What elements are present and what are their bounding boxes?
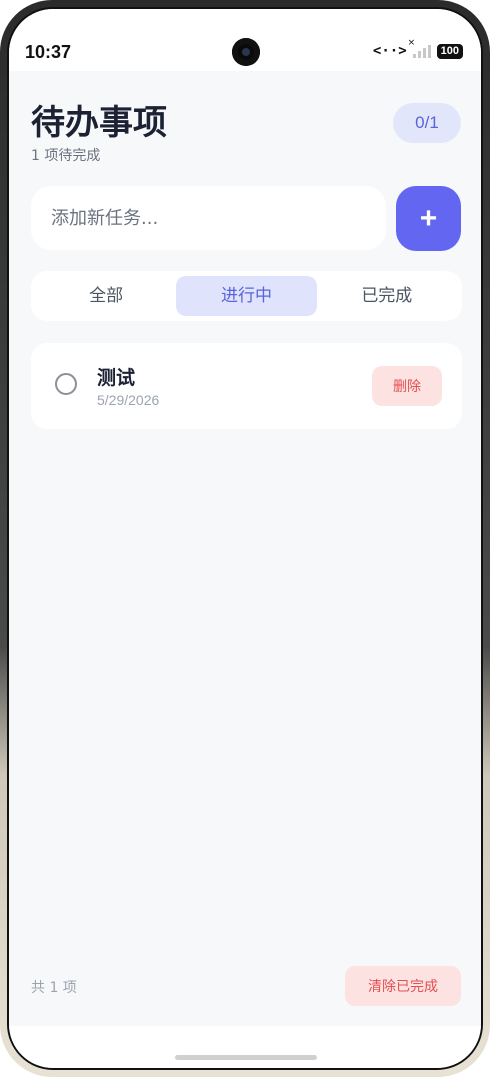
task-title: 测试 xyxy=(97,367,136,389)
filter-tabs: 全部 进行中 已完成 xyxy=(31,271,462,321)
progress-counter-badge: 0/1 xyxy=(393,103,461,143)
phone-frame: 10:37 <··> × 100 待办事项 1 项待完成 0/1 + 全部 进行… xyxy=(0,0,490,1077)
task-item: 测试 5/29/2026 删除 xyxy=(31,343,462,429)
link-icon: <··> xyxy=(372,43,407,59)
status-time: 10:37 xyxy=(25,42,72,62)
task-complete-checkbox[interactable] xyxy=(55,373,77,395)
home-indicator[interactable] xyxy=(175,1055,317,1060)
status-icons: <··> × 100 xyxy=(372,38,463,59)
status-bar: 10:37 <··> × 100 xyxy=(9,9,481,71)
clear-completed-button[interactable]: 清除已完成 xyxy=(345,966,461,1006)
add-task-button[interactable]: + xyxy=(396,186,461,251)
tab-in-progress[interactable]: 进行中 xyxy=(176,276,317,316)
tab-completed[interactable]: 已完成 xyxy=(317,276,457,316)
total-count: 共 1 项 xyxy=(31,980,77,996)
front-camera xyxy=(232,38,260,66)
signal-icon: × xyxy=(408,38,431,58)
new-task-input[interactable] xyxy=(31,186,386,250)
tab-all[interactable]: 全部 xyxy=(36,276,176,316)
pending-summary: 1 项待完成 xyxy=(31,148,101,164)
battery-icon: 100 xyxy=(436,43,463,59)
delete-task-button[interactable]: 删除 xyxy=(372,366,442,406)
task-date: 5/29/2026 xyxy=(97,392,160,408)
app-screen: 10:37 <··> × 100 待办事项 1 项待完成 0/1 + 全部 进行… xyxy=(7,7,483,1070)
page-title: 待办事项 xyxy=(31,103,167,143)
bottom-bar xyxy=(9,1026,481,1068)
no-signal-mark: × xyxy=(407,38,416,48)
